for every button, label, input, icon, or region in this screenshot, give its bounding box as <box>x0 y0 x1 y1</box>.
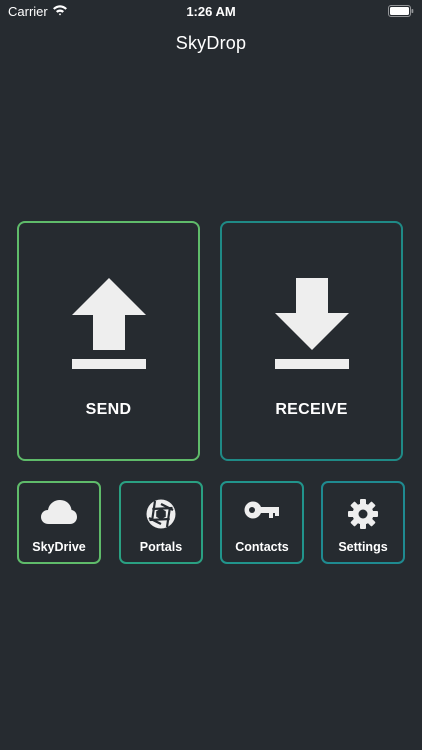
receive-button[interactable]: RECEIVE <box>220 221 403 461</box>
battery-icon <box>388 5 414 20</box>
settings-label: Settings <box>338 540 388 554</box>
portals-button[interactable]: Portals <box>119 481 203 564</box>
settings-button[interactable]: Settings <box>321 481 405 564</box>
skydrive-button[interactable]: SkyDrive <box>17 481 101 564</box>
send-button[interactable]: SEND <box>17 221 200 461</box>
portals-label: Portals <box>139 540 183 554</box>
download-icon <box>272 275 352 376</box>
app-title: SkyDrop <box>175 33 247 53</box>
contacts-button[interactable]: Contacts <box>220 481 304 564</box>
status-bar: Carrier 1:26 AM <box>0 0 422 22</box>
gear-icon <box>347 498 379 535</box>
upload-icon <box>69 275 149 376</box>
key-icon <box>244 498 280 527</box>
contacts-label: Contacts <box>235 540 289 554</box>
skydrive-label: SkyDrive <box>32 540 86 554</box>
aperture-icon <box>145 498 177 535</box>
receive-label: RECEIVE <box>275 401 348 418</box>
cloud-icon <box>40 498 78 531</box>
status-time: 1:26 AM <box>186 4 236 19</box>
send-label: SEND <box>85 401 132 418</box>
